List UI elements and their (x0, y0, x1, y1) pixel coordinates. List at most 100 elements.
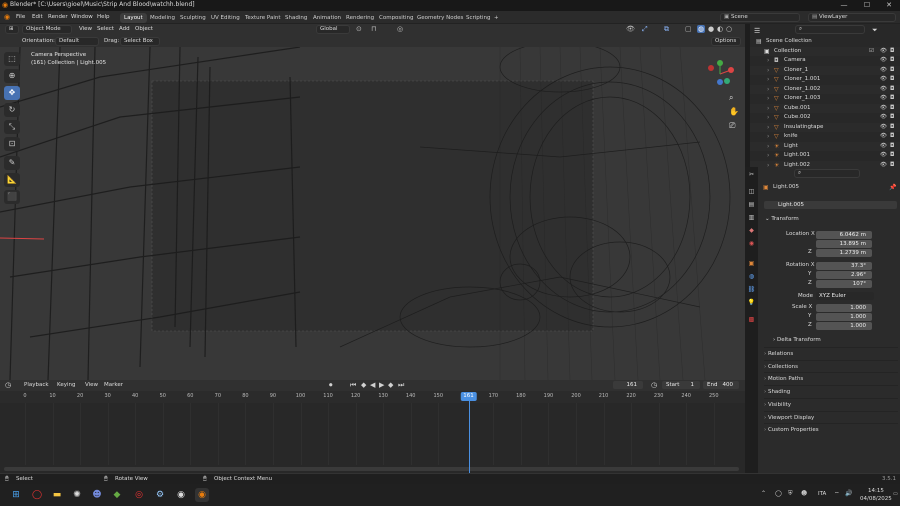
view-layer-selector[interactable]: ▤ ViewLayer (808, 13, 896, 22)
location-x-field[interactable]: 6.0462 m (816, 231, 872, 239)
3d-viewport[interactable]: Camera Perspective (161) Collection | Li… (0, 47, 745, 380)
eye-icon[interactable]: 👁 (880, 113, 887, 123)
subpanel-motion-paths[interactable]: › Motion Paths (764, 372, 898, 384)
outliner-item[interactable]: › ▽ Cloner_1.001 👁 ◘ (750, 75, 900, 85)
object-data-tab-icon[interactable]: 💡 (747, 298, 756, 307)
scene-selector[interactable]: ▣ Scene (720, 13, 800, 22)
eye-icon[interactable]: 👁 (880, 132, 887, 142)
tab-animation[interactable]: Animation (309, 13, 345, 23)
add-workspace-button[interactable]: + (490, 13, 503, 23)
tab-geometry-nodes[interactable]: Geometry Nodes (413, 13, 467, 23)
chevron-right-icon[interactable]: › (767, 94, 769, 104)
menu-playback[interactable]: Playback (24, 382, 49, 388)
chevron-right-icon[interactable]: › (767, 75, 769, 85)
scale-x-field[interactable]: 1.000 (816, 304, 872, 312)
orientation-selector[interactable]: Default (55, 37, 99, 46)
pin-icon[interactable]: 📌 (889, 184, 896, 191)
timeline-editor-icon[interactable]: ◷ (5, 381, 11, 389)
menu-add[interactable]: Add (119, 26, 130, 32)
volume-icon[interactable]: 🔊 (845, 490, 852, 497)
object-tab-icon[interactable]: ▣ (747, 259, 756, 268)
scale-z-field[interactable]: 1.000 (816, 322, 872, 330)
tray-app-icon[interactable]: ◯ (775, 490, 782, 497)
chevron-right-icon[interactable]: › (767, 56, 769, 66)
checkbox-icon[interactable]: ☑ (869, 47, 874, 57)
preview-range-icon[interactable]: ◷ (651, 381, 657, 389)
filter-icon[interactable]: ⏷ (872, 26, 878, 35)
tab-compositing[interactable]: Compositing (375, 13, 417, 23)
scene-collection-row[interactable]: ▤ Scene Collection (750, 37, 900, 47)
scale-tool-icon[interactable]: ⤡ (4, 120, 20, 134)
eye-icon[interactable]: 👁 (880, 47, 887, 57)
scale-y-field[interactable]: 1.000 (816, 313, 872, 321)
mode-selector[interactable]: Object Mode (22, 25, 72, 34)
shading-material-icon[interactable]: ◐ (717, 25, 723, 33)
camera-render-icon[interactable]: ◘ (890, 75, 894, 85)
overlays-icon[interactable]: ⧉ (664, 25, 669, 34)
tool-tab-icon[interactable]: ✂ (747, 170, 756, 179)
blender-menu-icon[interactable]: ◉ (4, 13, 10, 21)
jump-end-icon[interactable]: ⏭ (398, 381, 404, 390)
zoom-icon[interactable]: ⌕ (729, 93, 733, 103)
move-tool-icon[interactable]: ✥ (4, 86, 20, 100)
clock-date[interactable]: 04/08/2025 (860, 496, 892, 502)
cursor-tool-icon[interactable]: ⊕ (4, 69, 20, 83)
output-tab-icon[interactable]: ▤ (747, 200, 756, 209)
visibility-icon[interactable]: 👁 (626, 25, 635, 33)
pan-hand-icon[interactable]: ✋ (729, 107, 739, 116)
wifi-icon[interactable]: ⌔ (834, 490, 840, 498)
annotate-tool-icon[interactable]: ✎ (4, 156, 20, 170)
camera-render-icon[interactable]: ◘ (890, 123, 894, 133)
camera-render-icon[interactable]: ◘ (890, 66, 894, 76)
rotation-x-field[interactable]: 37.3° (816, 262, 872, 270)
chevron-right-icon[interactable]: › (767, 104, 769, 114)
camera-render-icon[interactable]: ◘ (890, 104, 894, 114)
camera-render-icon[interactable]: ◘ (890, 56, 894, 66)
camera-view-icon[interactable]: ⎚ (729, 121, 735, 131)
outliner-editor-icon[interactable]: ☰ (754, 27, 760, 35)
subpanel-custom-properties[interactable]: › Custom Properties (764, 423, 898, 435)
scene-tab-icon[interactable]: ◆ (747, 226, 756, 235)
outliner-item[interactable]: › ☀ Light 👁 ◘ (750, 141, 900, 152)
chevron-right-icon[interactable]: › (767, 123, 769, 133)
menu-edit[interactable]: Edit (32, 14, 43, 20)
camera-render-icon[interactable]: ◘ (890, 113, 894, 123)
outliner-item[interactable]: › ▽ Cloner_1.002 👁 ◘ (750, 84, 900, 94)
opera-icon[interactable]: ◯ (30, 488, 44, 502)
notification-icon[interactable]: ▭ (893, 491, 898, 497)
snap-icon[interactable]: ⊓ (371, 25, 376, 33)
location-y-field[interactable]: 13.895 m (816, 240, 872, 248)
tray-shield-icon[interactable]: ⛨ (788, 490, 793, 498)
outliner-item[interactable]: › ▽ Cloner_1.003 👁 ◘ (750, 94, 900, 104)
outliner-item[interactable]: › ▽ Insulatingtape 👁 ◘ (750, 122, 900, 133)
steam-icon[interactable]: ⚙ (153, 488, 167, 502)
texture-tab-icon[interactable]: ▩ (747, 315, 756, 324)
rotation-mode-selector[interactable]: XYZ Euler (816, 292, 874, 300)
menu-help[interactable]: Help (97, 14, 110, 20)
shading-wireframe-icon[interactable]: ◍ (697, 25, 706, 33)
rotation-z-field[interactable]: 107° (816, 280, 872, 288)
drag-selector[interactable]: Select Box (120, 37, 160, 46)
outliner-item[interactable]: › ▽ knife 👁 ◘ (750, 132, 900, 142)
outliner-item[interactable]: › ☀ Light.001 👁 ◘ (750, 151, 900, 161)
tray-chevron-icon[interactable]: ⌃ (761, 490, 766, 497)
chevron-right-icon[interactable]: › (767, 132, 769, 142)
subpanel-shading[interactable]: › Shading (764, 385, 898, 397)
outliner-item[interactable]: › ◘ Camera 👁 ◘ (750, 56, 900, 66)
shading-solid-icon[interactable]: ● (708, 25, 714, 33)
tab-modeling[interactable]: Modeling (146, 13, 179, 23)
windows-start-icon[interactable]: ⊞ (9, 488, 23, 502)
options-dropdown[interactable]: Options (711, 37, 741, 46)
jump-start-icon[interactable]: ⏮ (350, 381, 356, 390)
menu-render[interactable]: Render (48, 14, 68, 20)
tab-rendering[interactable]: Rendering (342, 13, 378, 23)
play-icon[interactable]: ▶ (379, 381, 384, 389)
tab-texture-paint[interactable]: Texture Paint (241, 13, 285, 23)
start-frame-field[interactable]: Start 1 (662, 381, 700, 389)
shading-rendered-icon[interactable]: ○ (726, 25, 732, 33)
clock-time[interactable]: 14:15 (868, 488, 884, 494)
camera-render-icon[interactable]: ◘ (890, 142, 894, 152)
tab-layout[interactable]: Layout (120, 13, 147, 23)
chevron-right-icon[interactable]: › (767, 66, 769, 76)
tab-shading[interactable]: Shading (281, 13, 311, 23)
